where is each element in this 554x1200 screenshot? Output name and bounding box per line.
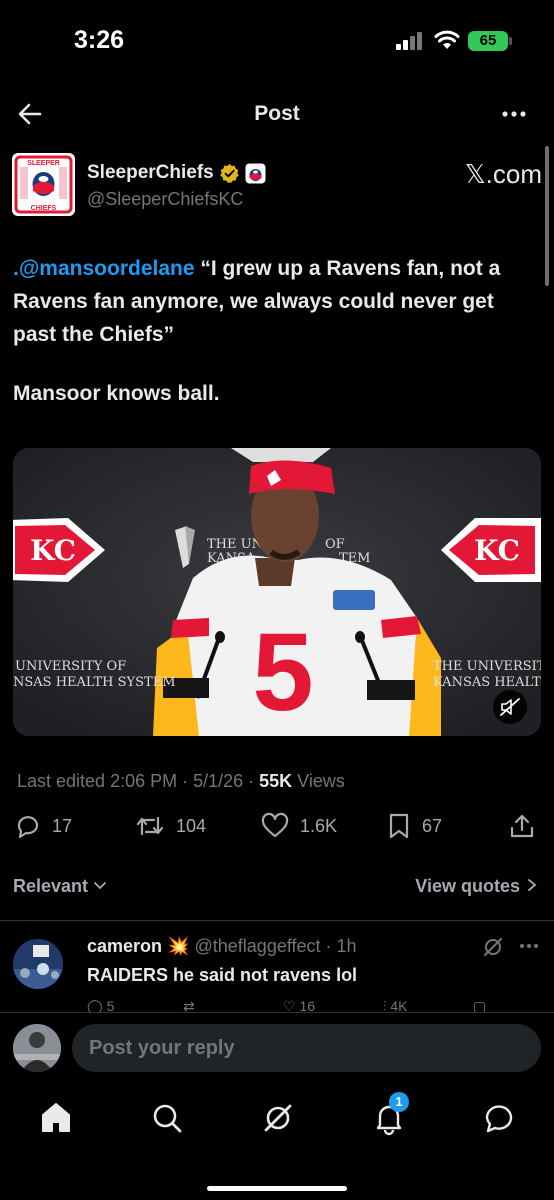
signal-icon [396, 32, 424, 50]
reply-sort-row: Relevant View quotes [13, 876, 539, 902]
status-bar: 3:26 65 [0, 0, 554, 80]
author-name-line: SleeperChiefs [87, 162, 266, 184]
author-name[interactable]: SleeperChiefs [87, 162, 214, 184]
edited-timestamp[interactable]: Last edited 2:06 PM · 5/1/26 · [17, 771, 259, 791]
avatar-label-top: SLEEPER [27, 160, 60, 167]
battery-indicator: 65 [468, 31, 508, 51]
sort-label: Relevant [13, 876, 89, 896]
bookmark-icon [389, 813, 409, 839]
sign-left-2: NSAS HEALTH SYSTEM [13, 675, 176, 690]
jersey-number: 5 [252, 611, 313, 734]
composer-divider [0, 1012, 554, 1013]
post-text: .@mansoordelane “I grew up a Ravens fan,… [13, 252, 533, 351]
views-count: 55K [259, 771, 293, 791]
source-label: 𝕏.com [464, 159, 542, 189]
chevron-right-icon [528, 879, 537, 891]
post-action-bar: 17 104 1.6K 67 [14, 812, 540, 848]
bookmark-count: 67 [422, 815, 443, 836]
avatar-label-bottom: CHIEFS [31, 205, 57, 212]
repost-count: 104 [176, 815, 207, 836]
sign-right-2: KANSAS HEALTH [433, 675, 541, 690]
grok-icon[interactable] [482, 936, 504, 958]
logo-text-right: KC [474, 534, 520, 567]
mention-link[interactable]: .@mansoordelane [13, 257, 195, 280]
scrollbar[interactable] [545, 146, 549, 286]
page-title: Post [254, 102, 300, 125]
wifi-icon [434, 30, 460, 49]
reply-emoji: 💥 [167, 936, 190, 956]
mute-toggle-icon[interactable] [493, 690, 527, 724]
notifications-tab[interactable]: 1 [369, 1092, 409, 1138]
repost-button[interactable]: 104 [134, 812, 206, 840]
views-label: Views [292, 771, 345, 791]
reply-more-icon[interactable] [517, 934, 541, 958]
reply-avatar[interactable] [13, 939, 63, 989]
share-icon [510, 814, 534, 838]
reply-icon [17, 816, 39, 839]
post-author: SLEEPER CHIEFS SleeperChiefs @SleeperChi… [12, 153, 542, 219]
battery-cap [509, 37, 512, 45]
like-count: 1.6K [300, 815, 338, 836]
bookmark-button[interactable]: 67 [386, 812, 442, 840]
backdrop-text-3: OF [325, 537, 345, 552]
reply-text: RAIDERS he said not ravens lol [87, 965, 358, 985]
status-time: 3:26 [74, 26, 125, 54]
sign-left-1: UNIVERSITY OF [15, 659, 126, 674]
heart-icon [261, 812, 289, 838]
view-quotes-link[interactable]: View quotes [415, 876, 539, 897]
bottom-tab-bar: 1 [0, 1084, 554, 1154]
like-button[interactable]: 1.6K [260, 812, 337, 840]
author-avatar[interactable]: SLEEPER CHIEFS [12, 153, 75, 216]
back-arrow-icon[interactable] [16, 100, 44, 128]
post-meta: Last edited 2:06 PM · 5/1/26 · 55K Views [17, 771, 345, 792]
reply-header: cameron 💥 @theflaggeffect · 1h [87, 936, 357, 957]
reply-item[interactable]: cameron 💥 @theflaggeffect · 1h RAIDERS h… [0, 924, 554, 1020]
chevron-down-icon [94, 882, 106, 890]
reply-author-name[interactable]: cameron [87, 936, 162, 956]
reply-input[interactable]: Post your reply [72, 1024, 541, 1072]
sign-right-1: THE UNIVERSITY [433, 659, 541, 674]
affiliate-badge-icon[interactable] [245, 163, 266, 184]
reply-button[interactable]: 17 [14, 812, 72, 840]
verified-badge-icon [219, 163, 239, 183]
post-video[interactable]: KC KC THE UN KANSA OF TEM 5 [13, 448, 541, 736]
backdrop-text-1: THE UN [207, 537, 263, 552]
view-quotes-label: View quotes [415, 876, 520, 896]
share-button[interactable] [508, 812, 536, 840]
nav-bar: Post [0, 88, 554, 144]
home-icon[interactable] [36, 1098, 76, 1138]
repost-icon [136, 816, 164, 836]
notification-badge: 1 [389, 1092, 409, 1112]
sort-dropdown[interactable]: Relevant [13, 876, 107, 897]
reply-count: 17 [52, 815, 73, 836]
home-indicator[interactable] [207, 1186, 347, 1191]
reply-author-handle[interactable]: @theflaggeffect · 1h [195, 936, 357, 956]
logo-text-left: KC [30, 534, 76, 567]
more-options-icon[interactable] [498, 100, 530, 128]
reply-composer: Post your reply [0, 1012, 554, 1084]
search-icon[interactable] [147, 1098, 187, 1138]
divider [0, 920, 554, 921]
user-avatar[interactable] [13, 1024, 61, 1072]
messages-icon[interactable] [479, 1098, 519, 1138]
grok-icon[interactable] [258, 1098, 298, 1138]
author-handle[interactable]: @SleeperChiefsKC [87, 189, 243, 210]
post-comment: Mansoor knows ball. [13, 382, 220, 405]
